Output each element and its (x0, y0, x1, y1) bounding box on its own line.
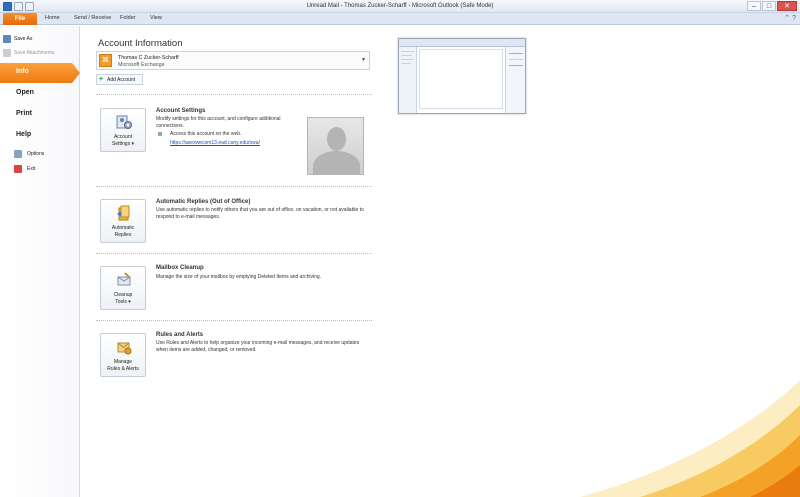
preview-line (401, 63, 411, 64)
nav-print[interactable]: Print (16, 110, 32, 117)
window-preview-thumbnail (398, 38, 526, 114)
automatic-replies-desc: Use automatic replies to notify others t… (156, 207, 364, 220)
office-swoosh-decoration (580, 380, 800, 497)
save-as-icon (3, 35, 11, 43)
mailbox-cleanup-title: Mailbox Cleanup (156, 265, 204, 271)
manage-rules-button[interactable]: Manage Rules & Alerts (100, 333, 146, 377)
preview-line (509, 59, 523, 60)
maximize-button[interactable]: □ (762, 1, 776, 11)
tab-folder[interactable]: Folder (120, 15, 136, 21)
divider (96, 94, 372, 95)
exit-icon (14, 165, 22, 173)
preview-folder-pane (399, 47, 417, 113)
account-selector[interactable]: ⌘ Thomas C Zucker-Scharff Microsoft Exch… (96, 51, 370, 70)
preview-ribbon (399, 39, 525, 47)
automatic-replies-label: Automatic Replies (111, 225, 135, 238)
cleanup-tools-button[interactable]: Cleanup Tools ▾ (100, 266, 146, 310)
preview-reading-pane (419, 49, 503, 109)
account-name: Thomas C Zucker-Scharff (118, 55, 179, 61)
chevron-down-icon: ▼ (361, 57, 366, 63)
avatar-body-shape (313, 151, 360, 174)
account-settings-title: Account Settings (156, 108, 206, 114)
tab-home[interactable]: Home (45, 15, 60, 21)
help-icon[interactable]: ⌃ ? (784, 14, 796, 22)
access-web-item: Access this account on the web. (170, 131, 242, 137)
divider (96, 253, 372, 254)
bullet-icon (158, 132, 162, 136)
nav-save-as[interactable]: Save As (14, 36, 32, 42)
window-title: Unread Mail - Thomas Zucker-Scharff - Mi… (306, 3, 494, 9)
account-settings-label: Account Settings ▾ (112, 134, 134, 147)
rules-alerts-icon (117, 342, 132, 355)
nav-open[interactable]: Open (16, 89, 34, 96)
mailbox-cleanup-desc: Manage the size of your mailbox by empty… (156, 274, 322, 280)
exchange-account-icon: ⌘ (99, 54, 112, 67)
preview-line (401, 55, 412, 56)
add-account-label: Add Account (107, 77, 136, 83)
options-icon (14, 150, 22, 158)
window-controls: – □ ✕ (747, 1, 797, 11)
nav-options[interactable]: Options (27, 151, 44, 157)
tab-send-receive[interactable]: Send / Receive (74, 15, 111, 21)
page-title: Account Information (98, 38, 183, 49)
avatar-head-shape (327, 127, 346, 151)
plus-icon: + (99, 76, 104, 83)
tab-file[interactable]: File (3, 13, 37, 25)
divider (96, 320, 372, 321)
rules-alerts-title: Rules and Alerts (156, 332, 204, 338)
nav-exit[interactable]: Exit (27, 166, 35, 172)
title-bar: Unread Mail - Thomas Zucker-Scharff - Mi… (0, 0, 800, 13)
nav-info-label: Info (16, 68, 29, 75)
manage-rules-label: Manage Rules & Alerts (107, 359, 139, 372)
nav-info[interactable]: Info (0, 63, 80, 83)
save-attachments-icon (3, 49, 11, 57)
account-settings-icon (116, 115, 132, 129)
cleanup-tools-icon (117, 272, 131, 286)
cleanup-tools-label: Cleanup Tools ▾ (113, 292, 133, 305)
tab-view[interactable]: View (150, 15, 162, 21)
backstage-nav: Save As Save Attachments Info Open Print… (0, 26, 80, 497)
rules-alerts-desc: Use Rules and Alerts to help organize yo… (156, 340, 360, 353)
preview-line (401, 59, 414, 60)
divider (96, 186, 372, 187)
account-settings-desc: Modify settings for this account, and co… (156, 116, 281, 129)
account-settings-button[interactable]: Account Settings ▾ (100, 108, 146, 152)
account-type: Microsoft Exchange (118, 62, 165, 68)
automatic-replies-button[interactable]: Automatic Replies (100, 199, 146, 243)
nav-save-attachments[interactable]: Save Attachments (14, 50, 54, 56)
owa-link[interactable]: https://asexwecom13.ead.cuny.edu/owa/ (170, 140, 260, 146)
preview-line (509, 65, 523, 66)
add-account-button[interactable]: + Add Account (96, 74, 143, 85)
automatic-replies-icon (117, 205, 130, 221)
close-button[interactable]: ✕ (777, 1, 797, 11)
nav-help[interactable]: Help (16, 131, 31, 138)
avatar (307, 117, 364, 175)
preview-line (509, 53, 523, 54)
minimize-button[interactable]: – (747, 1, 761, 11)
ribbon-tabs: File Home Send / Receive Folder View ⌃ ? (0, 13, 800, 25)
preview-line (401, 51, 414, 52)
preview-todo-bar (505, 47, 525, 113)
automatic-replies-title: Automatic Replies (Out of Office) (156, 199, 251, 205)
